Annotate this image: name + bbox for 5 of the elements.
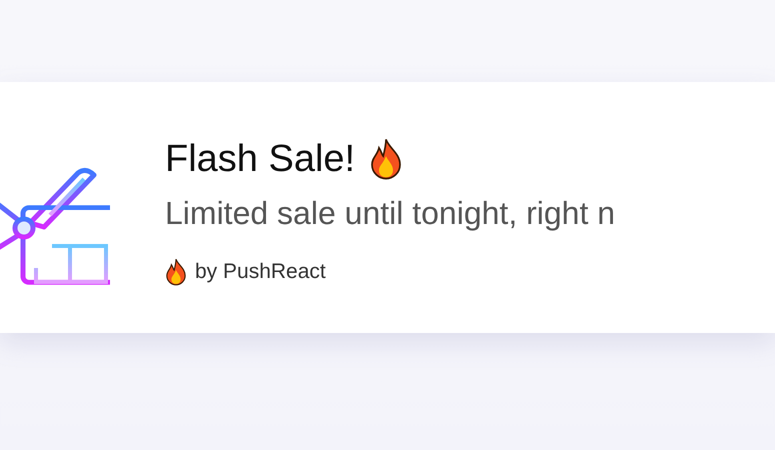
notification-title: Flash Sale! (165, 138, 356, 180)
notification-message: Limited sale until tonight, right n (165, 194, 616, 232)
fire-icon (165, 258, 187, 286)
fire-icon (369, 138, 404, 180)
attribution-text: by PushReact (195, 260, 326, 284)
